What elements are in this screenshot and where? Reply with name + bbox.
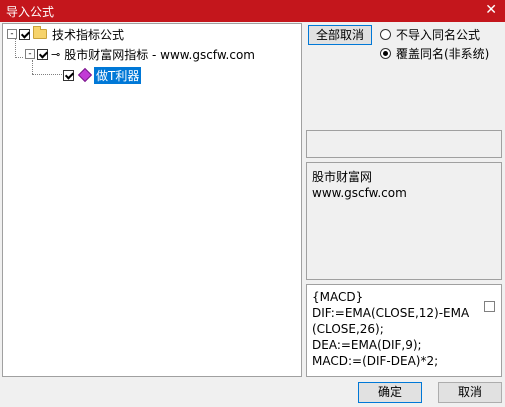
info-strip (306, 130, 502, 158)
tree-connector (15, 57, 23, 58)
window-title: 导入公式 (6, 5, 55, 19)
tree-connector (32, 74, 62, 75)
key-icon: ⊸ (51, 47, 61, 61)
ok-button[interactable]: 确定 (358, 382, 422, 403)
folder-icon (33, 26, 47, 39)
deselect-all-button[interactable]: 全部取消 (308, 25, 372, 45)
tree-node-item[interactable]: 做T利器 (63, 66, 142, 84)
tree-node-label: 做T利器 (94, 66, 142, 84)
tree-node-group[interactable]: - ⊸ 股市财富网指标 - www.gscfw.com (25, 46, 255, 62)
tree-node-label: 股市财富网指标 - www.gscfw.com (64, 47, 255, 62)
formula-text: {MACD} DIF:=EMA(CLOSE,12)-EMA (CLOSE,26)… (312, 290, 470, 368)
description-text: 股市财富网 www.gscfw.com (312, 170, 407, 200)
radio-overwrite-duplicates[interactable]: 覆盖同名(非系统) (380, 45, 489, 62)
close-icon[interactable]: ✕ (485, 2, 497, 18)
cancel-button[interactable]: 取消 (438, 382, 502, 403)
group-checkbox[interactable] (37, 48, 48, 60)
tree-node-root[interactable]: - 技术指标公式 (7, 26, 124, 42)
radio-label: 覆盖同名(非系统) (396, 47, 490, 61)
description-panel: 股市财富网 www.gscfw.com (306, 162, 502, 280)
formula-panel[interactable]: {MACD} DIF:=EMA(CLOSE,12)-EMA (CLOSE,26)… (306, 284, 502, 377)
collapse-icon[interactable]: - (25, 49, 35, 59)
radio-button[interactable] (380, 29, 391, 40)
item-checkbox[interactable] (63, 69, 74, 81)
root-checkbox[interactable] (19, 28, 30, 40)
radio-skip-duplicates[interactable]: 不导入同名公式 (380, 26, 480, 43)
radio-label: 不导入同名公式 (396, 28, 481, 42)
radio-button[interactable] (380, 48, 391, 59)
tree-connector (32, 60, 33, 74)
formula-checkbox[interactable] (484, 301, 495, 312)
tree-node-label: 技术指标公式 (52, 27, 125, 42)
title-bar: 导入公式 ✕ (0, 0, 505, 22)
collapse-icon[interactable]: - (7, 29, 17, 39)
formula-diamond-icon (77, 67, 93, 83)
formula-tree[interactable]: - 技术指标公式 - ⊸ 股市财富网指标 - www.gscfw.com 做T利… (2, 23, 302, 377)
